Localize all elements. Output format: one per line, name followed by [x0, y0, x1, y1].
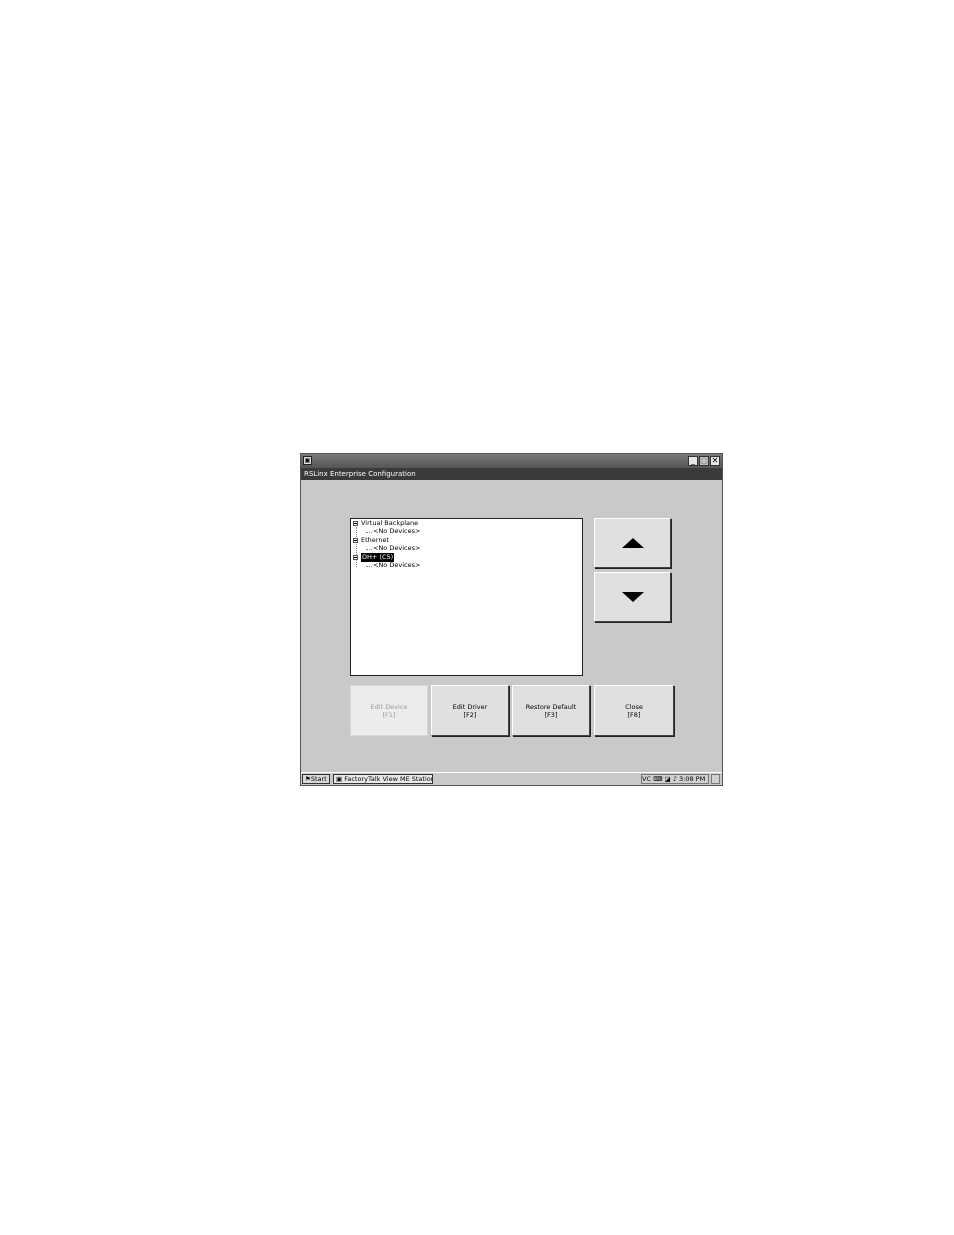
driver-tree[interactable]: Virtual Backplane <No Devices> Ethernet … [350, 518, 583, 676]
tree-child-label: <No Devices> [373, 544, 421, 552]
arrow-up-icon [621, 538, 644, 548]
tree-connector [366, 532, 372, 533]
task-label: FactoryTalk View ME Station [344, 775, 433, 783]
network-icon[interactable]: ◪ [665, 775, 671, 783]
collapse-icon[interactable] [353, 555, 358, 560]
keyboard-icon[interactable]: ⌨ [653, 775, 662, 783]
clock[interactable]: 3:08 PM [679, 775, 705, 783]
arrow-down-icon [621, 592, 644, 602]
tree-connector [366, 549, 372, 550]
edit-device-button: Edit Device [F1] [350, 685, 428, 736]
show-desktop-icon[interactable] [711, 774, 720, 784]
maximize-button: □ [699, 456, 709, 466]
title-bar[interactable]: ▣ _ □ ✕ [301, 454, 722, 468]
taskbar: ⚑Start ▣ FactoryTalk View ME Station VC … [301, 772, 722, 785]
tree-child-label: <No Devices> [373, 561, 421, 569]
scroll-down-button[interactable] [594, 572, 671, 622]
vc-label[interactable]: VC [642, 775, 651, 783]
close-button[interactable]: Close [F8] [594, 685, 674, 736]
button-label: Edit Driver [452, 702, 488, 711]
collapse-icon[interactable] [353, 538, 358, 543]
button-label: Edit Device [370, 702, 408, 711]
tree-connector [366, 566, 372, 567]
button-label: Restore Default [525, 702, 577, 711]
taskbar-item-factorytalk[interactable]: ▣ FactoryTalk View ME Station [333, 774, 433, 784]
system-tray: VC ⌨ ◪ ♪ 3:08 PM [641, 774, 709, 784]
collapse-icon[interactable] [353, 521, 358, 526]
app-title: RSLinx Enterprise Configuration [304, 470, 416, 478]
minimize-button[interactable]: _ [688, 456, 698, 466]
edit-driver-button[interactable]: Edit Driver [F2] [431, 685, 509, 736]
button-key: [F1] [382, 710, 396, 719]
button-key: [F8] [627, 710, 641, 719]
speaker-icon[interactable]: ♪ [673, 775, 677, 783]
tree-connector [356, 527, 357, 567]
app-small-icon: ▣ [336, 775, 345, 783]
button-label: Close [625, 702, 643, 711]
tree-child-label: <No Devices> [373, 527, 421, 535]
button-key: [F2] [463, 710, 477, 719]
start-label: Start [310, 775, 327, 783]
restore-default-button[interactable]: Restore Default [F3] [512, 685, 590, 736]
start-button[interactable]: ⚑Start [302, 774, 330, 784]
close-window-button[interactable]: ✕ [710, 456, 720, 466]
rslinx-config-window: ▣ _ □ ✕ RSLinx Enterprise Configuration … [300, 453, 723, 786]
app-title-bar: RSLinx Enterprise Configuration [301, 468, 722, 480]
app-icon[interactable]: ▣ [303, 456, 312, 465]
scroll-up-button[interactable] [594, 518, 671, 568]
button-key: [F3] [544, 710, 558, 719]
